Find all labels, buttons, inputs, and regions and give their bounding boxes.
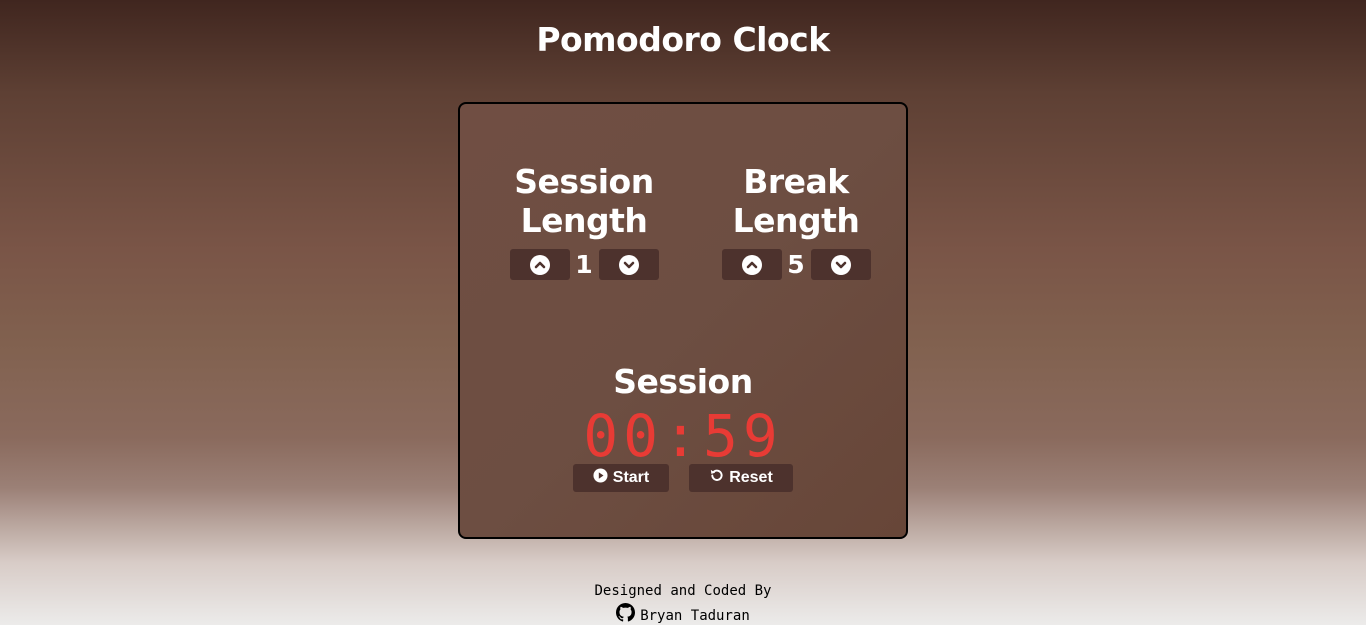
undo-icon [709,468,724,488]
play-circle-icon [593,468,608,488]
start-button[interactable]: Start [573,464,669,492]
break-length-value: 5 [787,250,805,279]
session-length-value: 1 [575,250,593,279]
github-icon [616,603,636,625]
reset-button[interactable]: Reset [689,464,793,492]
chevron-down-circle-icon [830,254,851,275]
chevron-down-circle-icon [618,254,639,275]
footer-author[interactable]: Bryan Taduran [616,603,750,625]
footer: Designed and Coded By Bryan Taduran [0,580,1366,625]
break-length-label: Break Length [732,162,860,240]
session-decrement-button[interactable] [598,249,659,280]
chevron-up-circle-icon [529,254,550,275]
session-length-block: Session Length 1 [484,162,684,280]
pomodoro-panel: Session Length 1 Break Length 5 Session … [458,102,908,539]
break-decrement-button[interactable] [810,249,871,280]
start-label: Start [612,469,650,486]
break-increment-button[interactable] [721,249,782,280]
timer-controls: Start Reset [460,464,906,492]
timer-display: 00:59 [583,402,783,470]
break-length-controls: 5 [696,249,896,280]
session-length-controls: 1 [484,249,684,280]
footer-credit: Designed and Coded By [594,583,772,599]
reset-label: Reset [729,469,773,486]
break-length-block: Break Length 5 [696,162,896,280]
page-title: Pomodoro Clock [536,20,830,59]
session-increment-button[interactable] [509,249,570,280]
footer-author-name: Bryan Taduran [640,608,750,624]
timer-label: Session [613,362,753,401]
chevron-up-circle-icon [741,254,762,275]
session-length-label: Session Length [514,162,654,240]
